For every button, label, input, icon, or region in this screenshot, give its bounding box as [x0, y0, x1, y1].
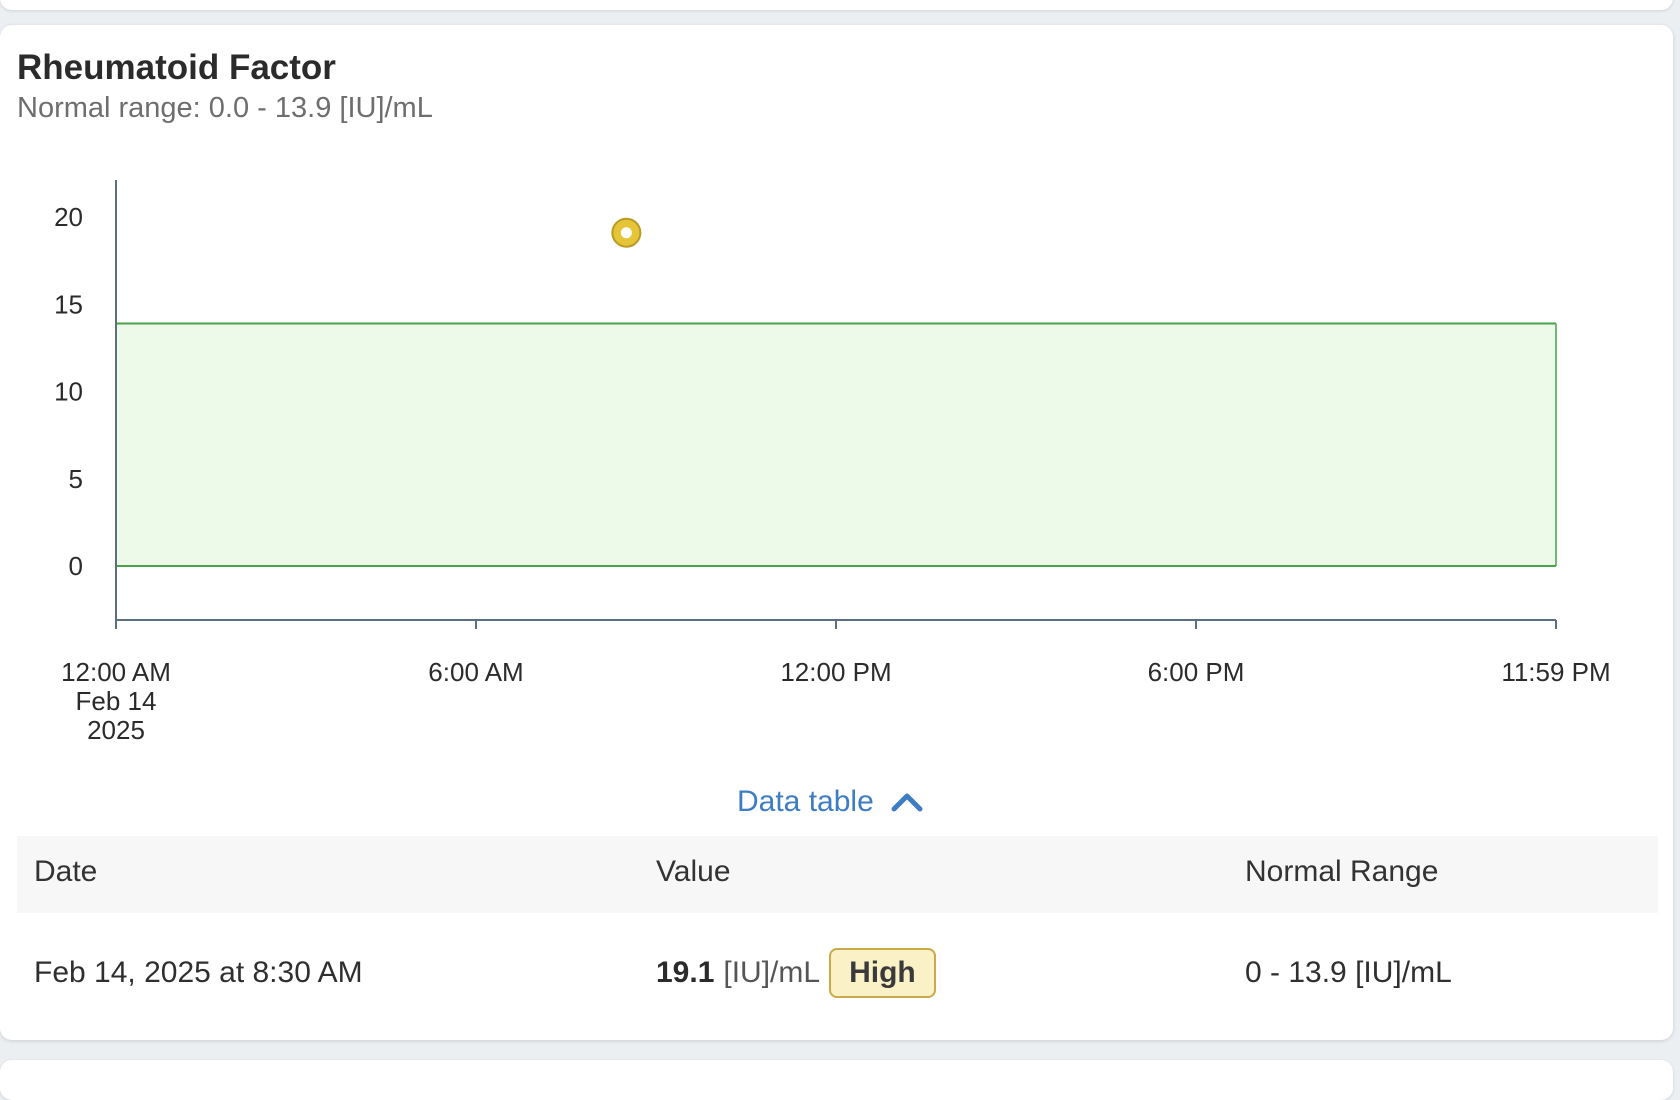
- y-tick-label-3: 5: [69, 464, 83, 494]
- data-table-toggle-label: Data table: [737, 785, 874, 818]
- data-point-center-0: [620, 227, 632, 239]
- row-value-number: 19.1: [656, 956, 715, 989]
- x-tick-label-2: 12:00 PM: [780, 657, 891, 687]
- x-tick-label-4: 11:59 PM: [1501, 657, 1610, 687]
- header-normal-range: Normal Range: [1245, 855, 1439, 888]
- chevron-up-icon: [891, 793, 923, 812]
- header-value: Value: [656, 855, 731, 888]
- x-tick-label-0: 12:00 AM: [61, 657, 171, 687]
- y-tick-label-1: 15: [54, 289, 83, 319]
- normal-range-subtitle: Normal range: 0.0 - 13.9 [IU]/mL: [17, 92, 433, 124]
- row-normal-range: 0 - 13.9 [IU]/mL: [1245, 956, 1452, 989]
- y-tick-label-4: 0: [69, 551, 83, 581]
- normal-range-band: [116, 323, 1556, 566]
- chart-layer: 20 15 10 5 0 12:00 AMFeb 142025 6:00 AM 12:00 P…: [54, 180, 1611, 745]
- card-title: Rheumatoid Factor: [17, 48, 336, 87]
- x-tick-label-0-line3: 2025: [87, 715, 145, 745]
- x-tick-label-1: 6:00 AM: [428, 657, 523, 687]
- row-value: 19.1 [IU]/mL High: [656, 948, 936, 998]
- x-tick-label-3: 6:00 PM: [1148, 657, 1245, 687]
- previous-card: [0, 0, 1673, 10]
- high-status-badge: High: [829, 948, 936, 998]
- x-tick-label-0-line2: Feb 14: [76, 686, 157, 716]
- row-value-unit: [IU]/mL: [723, 956, 821, 989]
- y-tick-label-0: 20: [54, 202, 83, 232]
- result-chart: 20 15 10 5 0 12:00 AMFeb 142025 6:00 AM 12:00 P…: [54, 180, 1611, 745]
- data-table-toggle[interactable]: Data table: [737, 785, 924, 819]
- row-date: Feb 14, 2025 at 8:30 AM: [34, 956, 363, 989]
- header-date: Date: [34, 855, 98, 888]
- next-card: [0, 1060, 1673, 1100]
- y-tick-label-2: 10: [54, 377, 83, 407]
